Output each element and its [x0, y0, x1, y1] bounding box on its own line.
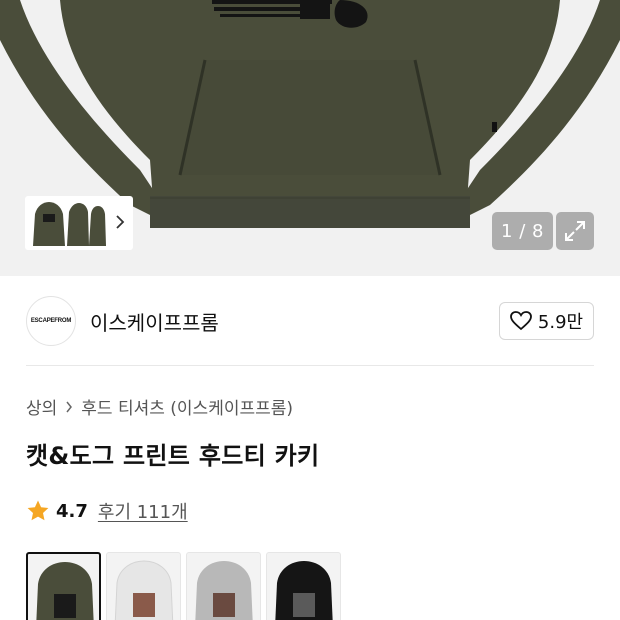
review-count-link[interactable]: 후기 111개 — [98, 498, 188, 524]
breadcrumb-category[interactable]: 상의 — [26, 394, 57, 419]
chevron-right-icon — [116, 215, 125, 229]
variant-khaki-image — [36, 562, 94, 620]
product-image-gallery[interactable]: 1 / 8 — [0, 0, 620, 276]
rating-value: 4.7 — [56, 500, 88, 522]
variant-gray-image — [195, 561, 253, 620]
color-variants — [26, 552, 341, 620]
image-counter: 1 / 8 — [492, 212, 553, 250]
variant-white-image — [114, 560, 174, 620]
expand-icon — [565, 221, 585, 241]
variant-white[interactable] — [106, 552, 181, 620]
brand-row: ESCAPEFROM 이스케이프프롬 5.9만 — [0, 276, 620, 366]
breadcrumb-subcategory[interactable]: 후드 티셔츠 (이스케이프프롬) — [81, 394, 293, 419]
brand-logo-text: ESCAPEFROM — [30, 318, 72, 324]
expand-image-button[interactable] — [556, 212, 594, 250]
variant-khaki[interactable] — [26, 552, 101, 620]
breadcrumb: 상의 후드 티셔츠 (이스케이프프롬) — [26, 394, 293, 419]
variant-black-image — [275, 561, 333, 620]
gallery-thumbnail-strip[interactable] — [25, 196, 133, 250]
heart-icon — [510, 311, 532, 331]
brand-logo[interactable]: ESCAPEFROM — [26, 296, 76, 346]
like-count: 5.9만 — [537, 312, 584, 333]
variant-black[interactable] — [266, 552, 341, 620]
product-title: 캣&도그 프린트 후드티 카키 — [26, 442, 320, 470]
rating-row: 4.7 후기 111개 — [26, 498, 188, 524]
divider — [26, 365, 594, 366]
like-button[interactable]: 5.9만 — [499, 302, 594, 340]
brand-name[interactable]: 이스케이프프롬 — [90, 307, 219, 336]
variant-gray[interactable] — [186, 552, 261, 620]
chevron-right-icon — [66, 401, 73, 412]
thumbnail-preview-image — [33, 202, 106, 246]
star-icon — [27, 500, 49, 521]
